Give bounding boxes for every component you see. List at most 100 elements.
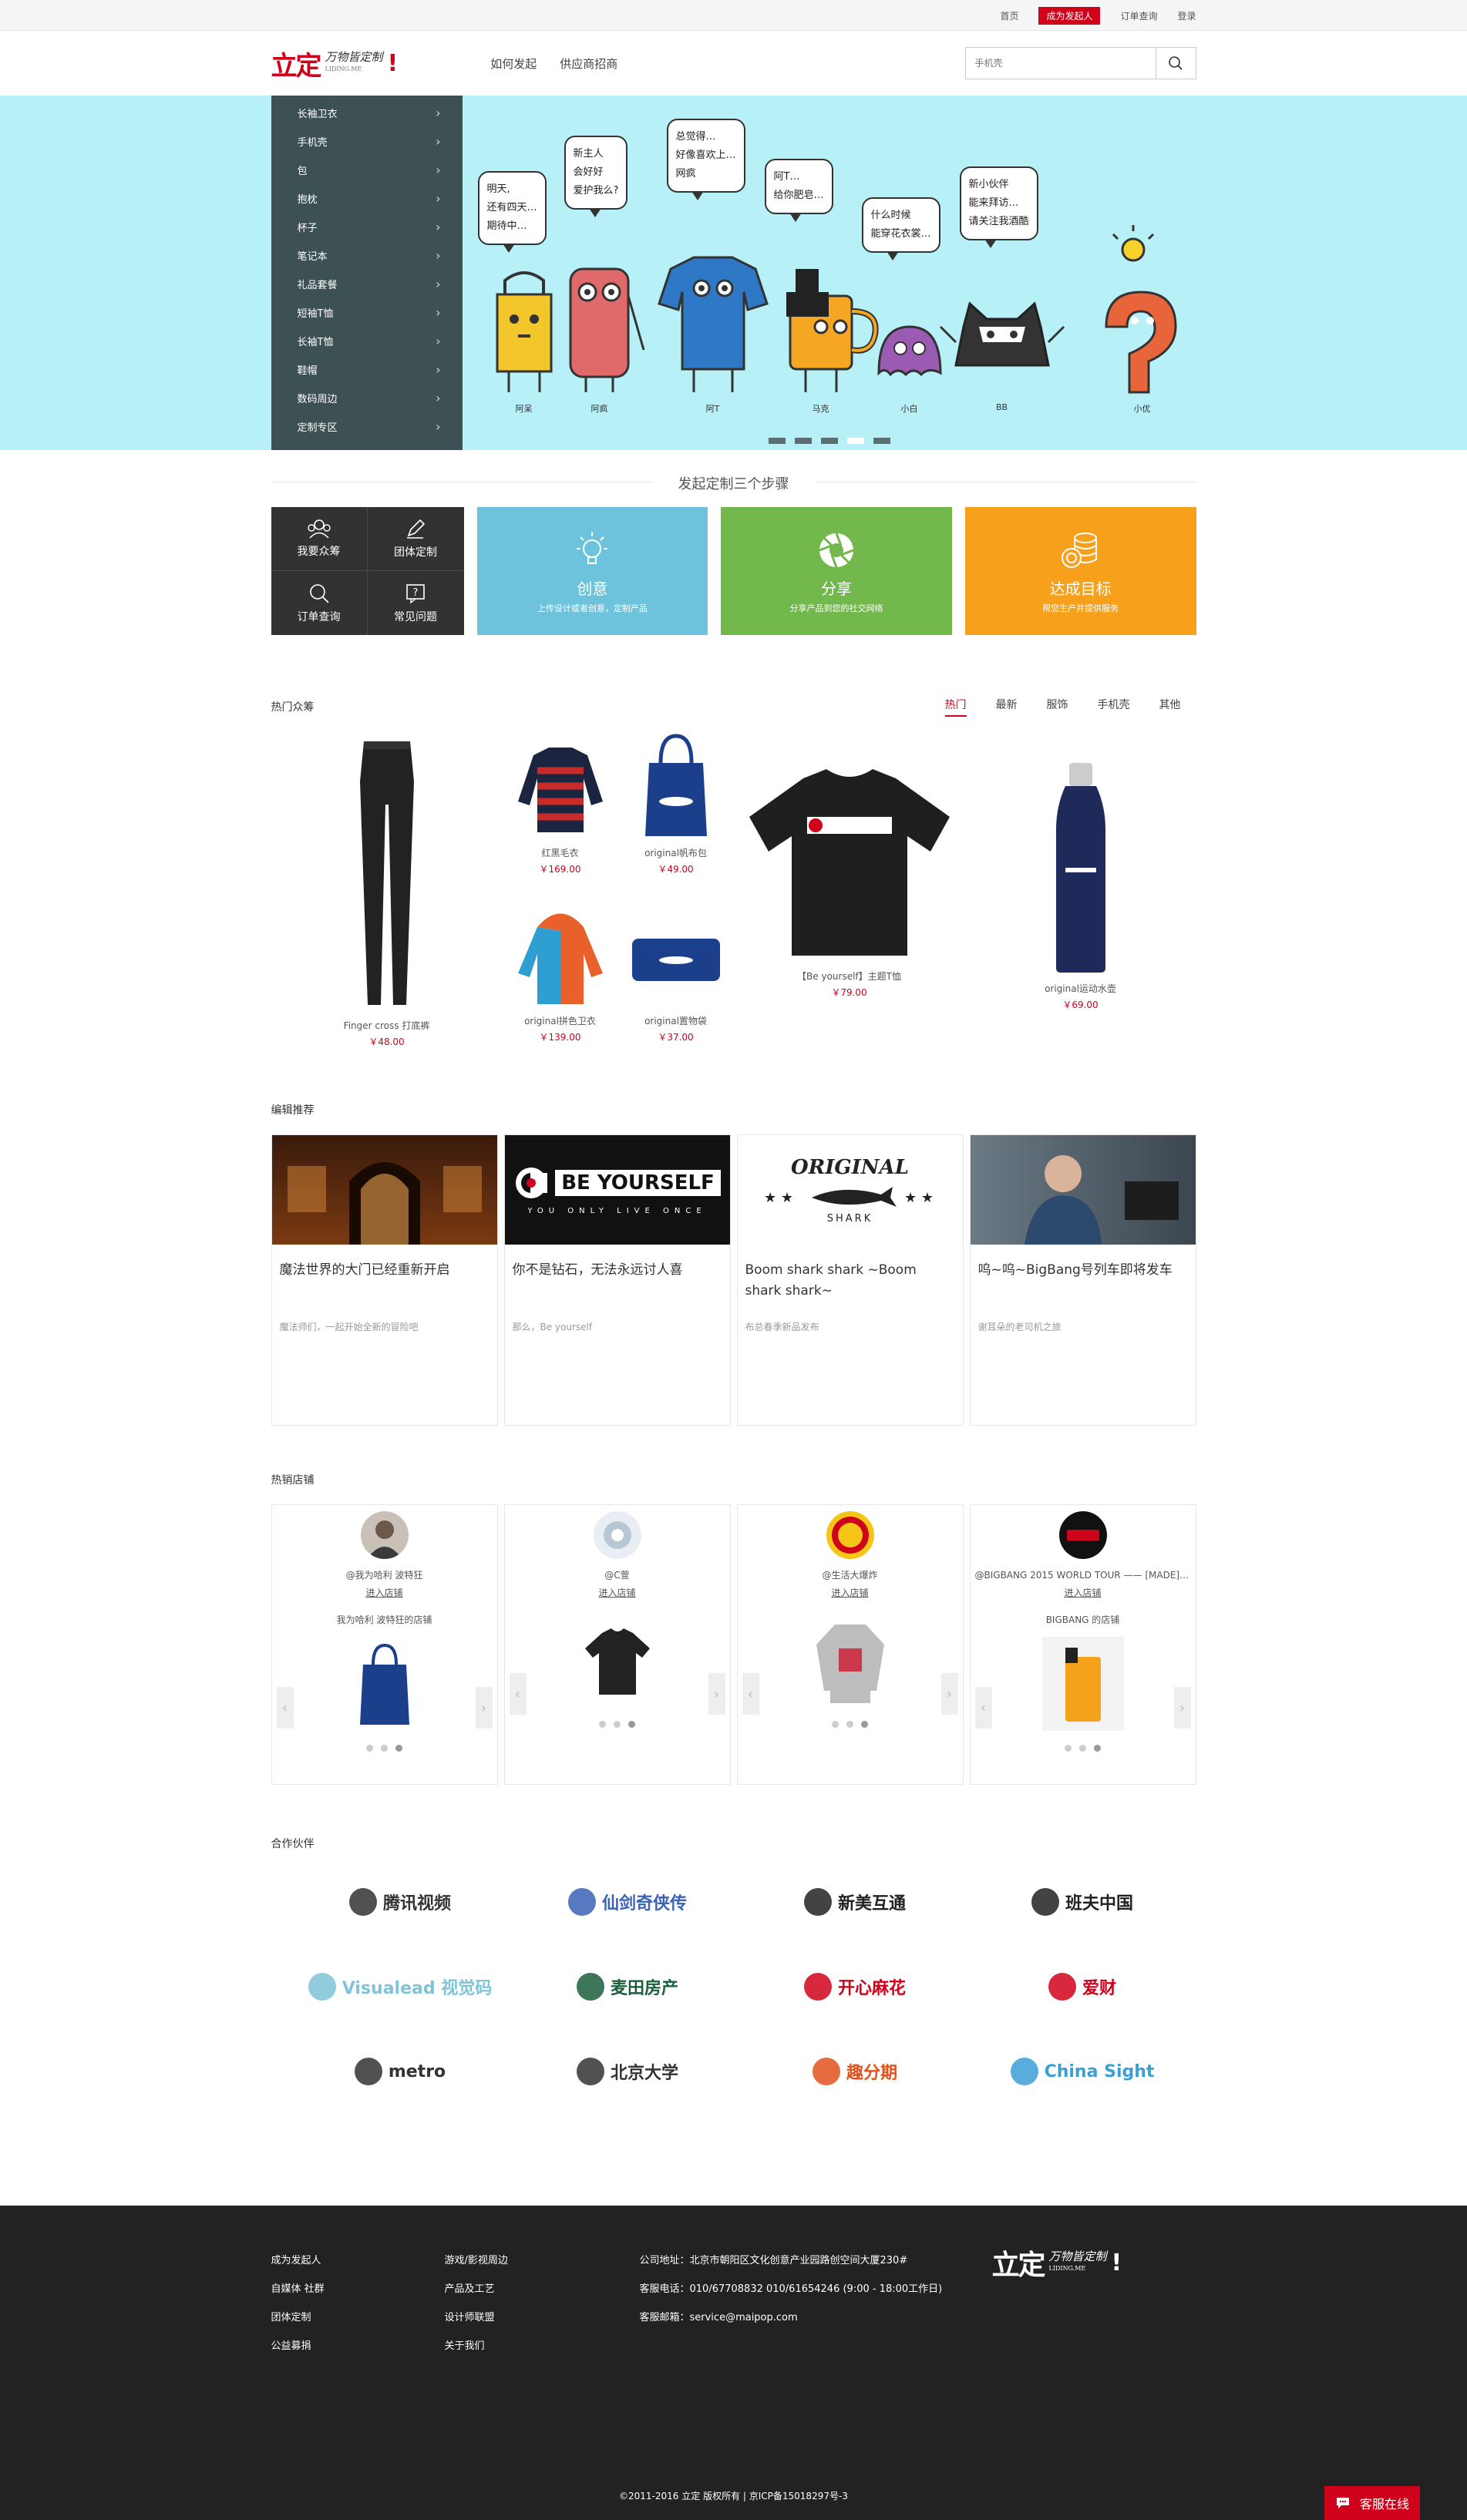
quick-order-query[interactable]: 订单查询: [271, 571, 368, 635]
tshirt-image: [749, 769, 950, 956]
category-item[interactable]: 手机壳 ›: [271, 127, 463, 156]
avatar[interactable]: [1058, 1511, 1107, 1559]
category-item[interactable]: 长袖T恤 ›: [271, 327, 463, 355]
category-item[interactable]: 杯子 ›: [271, 213, 463, 241]
search-button[interactable]: [1155, 48, 1196, 79]
enter-shop-link[interactable]: 进入店铺: [1064, 1586, 1101, 1599]
customer-service-button[interactable]: 客服在线: [1324, 2486, 1420, 2520]
partner-logo[interactable]: China Sight: [969, 2047, 1196, 2096]
footer-link[interactable]: 公益募捐: [271, 2337, 325, 2352]
carousel-prev-arrow[interactable]: ‹: [974, 1687, 992, 1729]
partner-logo[interactable]: 腾讯视频: [287, 1877, 514, 1927]
enter-shop-link[interactable]: 进入店铺: [598, 1586, 635, 1599]
partner-logo[interactable]: 爱财: [969, 1962, 1196, 2011]
carousel-next-arrow[interactable]: ›: [940, 1673, 958, 1715]
carousel-prev-arrow[interactable]: ‹: [509, 1673, 527, 1715]
top-link-login[interactable]: 登录: [1177, 9, 1196, 22]
step-goal[interactable]: 达成目标 帮您生产并提供服务: [964, 507, 1196, 635]
shop-product-image[interactable]: [343, 1637, 426, 1731]
partners-section-header: 合作伙伴: [271, 1836, 1196, 1851]
carousel-prev-arrow[interactable]: ‹: [276, 1687, 294, 1729]
tab-phone-case[interactable]: 手机壳: [1098, 697, 1130, 717]
quick-group-custom[interactable]: 团体定制: [367, 507, 464, 571]
product-card[interactable]: Finger cross 打底裤 ￥48.00: [271, 732, 503, 1063]
step-idea[interactable]: 创意 上传设计或者创意，定制产品: [476, 507, 708, 635]
carousel-next-arrow[interactable]: ›: [1173, 1687, 1191, 1729]
footer-link[interactable]: 团体定制: [271, 2309, 325, 2323]
shop-product-image[interactable]: [1041, 1637, 1124, 1731]
partner-logos: 腾讯视频 仙剑奇侠传 新美互通 班夫中国 Visualead 视觉码 麦田房产 开心麻花 爱财…: [271, 1877, 1196, 2096]
partner-logo[interactable]: 新美互通: [742, 1877, 969, 1927]
footer-link[interactable]: 成为发起人: [271, 2252, 325, 2266]
product-card[interactable]: 红黑毛衣 ￥169.00: [503, 732, 618, 895]
product-card[interactable]: original拼色卫衣 ￥139.00: [503, 900, 618, 1063]
tab-hot[interactable]: 热门: [944, 697, 967, 717]
banner-stage[interactable]: 明天, 还有四天… 期待中… 新主人 会好好 爱护我么? 总觉得… 好像喜欢上… 网疯 阿T…: [463, 96, 1196, 450]
product-card[interactable]: 【Be yourself】主题T恤 ￥79.00: [734, 732, 965, 1063]
partner-logo[interactable]: 麦田房产: [514, 1962, 742, 2011]
category-item[interactable]: 礼品套餐 ›: [271, 270, 463, 298]
search-icon: [309, 583, 329, 603]
banner-dot-active[interactable]: [846, 438, 864, 444]
category-item[interactable]: 短袖T恤 ›: [271, 298, 463, 327]
carousel-next-arrow[interactable]: ›: [475, 1687, 493, 1729]
avatar[interactable]: [593, 1511, 641, 1559]
footer-logo[interactable]: 立定 万物皆定制 LIDING.ME !: [992, 2243, 1122, 2283]
category-item[interactable]: 鞋帽 ›: [271, 355, 463, 384]
editor-card[interactable]: 呜~呜~BigBang号列车即将发车 谢耳朵的老司机之旅: [969, 1134, 1196, 1426]
partner-logo[interactable]: metro: [287, 2047, 514, 2096]
banner-dot[interactable]: [768, 438, 786, 444]
site-logo[interactable]: 立定 万物皆定制 LIDING.ME !: [271, 45, 399, 82]
editor-card[interactable]: ORIGINAL ★ ★ ★ ★ SHARK Boom shark shark ~…: [736, 1134, 964, 1426]
carousel-next-arrow[interactable]: ›: [708, 1673, 725, 1715]
partner-logo[interactable]: Visualead 视觉码: [287, 1962, 514, 2011]
editor-card[interactable]: 魔法世界的大门已经重新开启 魔法师们，一起开始全新的冒险吧: [271, 1134, 498, 1426]
quick-crowdfund[interactable]: 我要众筹: [271, 507, 368, 571]
carousel-prev-arrow[interactable]: ‹: [742, 1673, 759, 1715]
top-link-become-initiator[interactable]: 成为发起人: [1038, 6, 1101, 25]
footer-link[interactable]: 设计师联盟: [445, 2309, 508, 2323]
product-card[interactable]: original置物袋 ￥37.00: [618, 900, 734, 1063]
editor-card[interactable]: BE YOURSELF YOU ONLY LIVE ONCE 你不是钻石，无法永…: [503, 1134, 731, 1426]
partner-logo[interactable]: 北京大学: [514, 2047, 742, 2096]
tab-apparel[interactable]: 服饰: [1047, 697, 1068, 717]
be-yourself-logo-icon: [516, 1167, 548, 1198]
enter-shop-link[interactable]: 进入店铺: [365, 1586, 402, 1599]
editor-card-image: BE YOURSELF YOU ONLY LIVE ONCE: [504, 1135, 730, 1245]
top-link-orders[interactable]: 订单查询: [1120, 9, 1157, 22]
shop-product-image[interactable]: [576, 1613, 658, 1707]
avatar[interactable]: [826, 1511, 874, 1559]
search-input[interactable]: [965, 48, 1156, 79]
banner-dot[interactable]: [820, 438, 838, 444]
product-card[interactable]: original运动水壶 ￥69.00: [965, 732, 1196, 1063]
banner-dot[interactable]: [794, 438, 812, 444]
category-item[interactable]: 笔记本 ›: [271, 241, 463, 270]
quick-faq[interactable]: ? 常见问题: [368, 571, 464, 635]
footer-link[interactable]: 关于我们: [445, 2337, 508, 2352]
tab-newest[interactable]: 最新: [996, 697, 1018, 717]
nav-supplier[interactable]: 供应商招商: [560, 55, 617, 72]
step-share[interactable]: 分享 分享产品到您的社交网络: [721, 507, 952, 635]
partner-logo-icon: [354, 2058, 382, 2085]
product-card[interactable]: original帆布包 ￥49.00: [618, 732, 734, 895]
footer-link[interactable]: 游戏/影视周边: [445, 2252, 508, 2266]
partner-logo[interactable]: 趣分期: [742, 2047, 969, 2096]
shop-product-image[interactable]: [809, 1613, 891, 1707]
partner-logo[interactable]: 仙剑奇侠传: [514, 1877, 742, 1927]
category-item[interactable]: 定制专区 ›: [271, 412, 463, 441]
footer-link[interactable]: 产品及工艺: [445, 2280, 508, 2295]
category-item[interactable]: 包 ›: [271, 156, 463, 184]
partner-logo[interactable]: 班夫中国: [969, 1877, 1196, 1927]
top-link-home[interactable]: 首页: [1000, 9, 1018, 22]
category-item[interactable]: 数码周边 ›: [271, 384, 463, 412]
steps-row: 我要众筹 团体定制 订单查询 ? 常见问题 创意 上传设计或者创意，定制产品 分…: [271, 507, 1196, 635]
banner-dot[interactable]: [873, 438, 890, 444]
footer-link[interactable]: 自媒体 社群: [271, 2280, 325, 2295]
tab-other[interactable]: 其他: [1159, 697, 1181, 717]
enter-shop-link[interactable]: 进入店铺: [831, 1586, 868, 1599]
nav-how-to-start[interactable]: 如何发起: [490, 55, 537, 72]
avatar[interactable]: [360, 1511, 409, 1559]
partner-logo[interactable]: 开心麻花: [742, 1962, 969, 2011]
category-item[interactable]: 抱枕 ›: [271, 184, 463, 213]
category-item[interactable]: 长袖卫衣 ›: [271, 99, 463, 127]
